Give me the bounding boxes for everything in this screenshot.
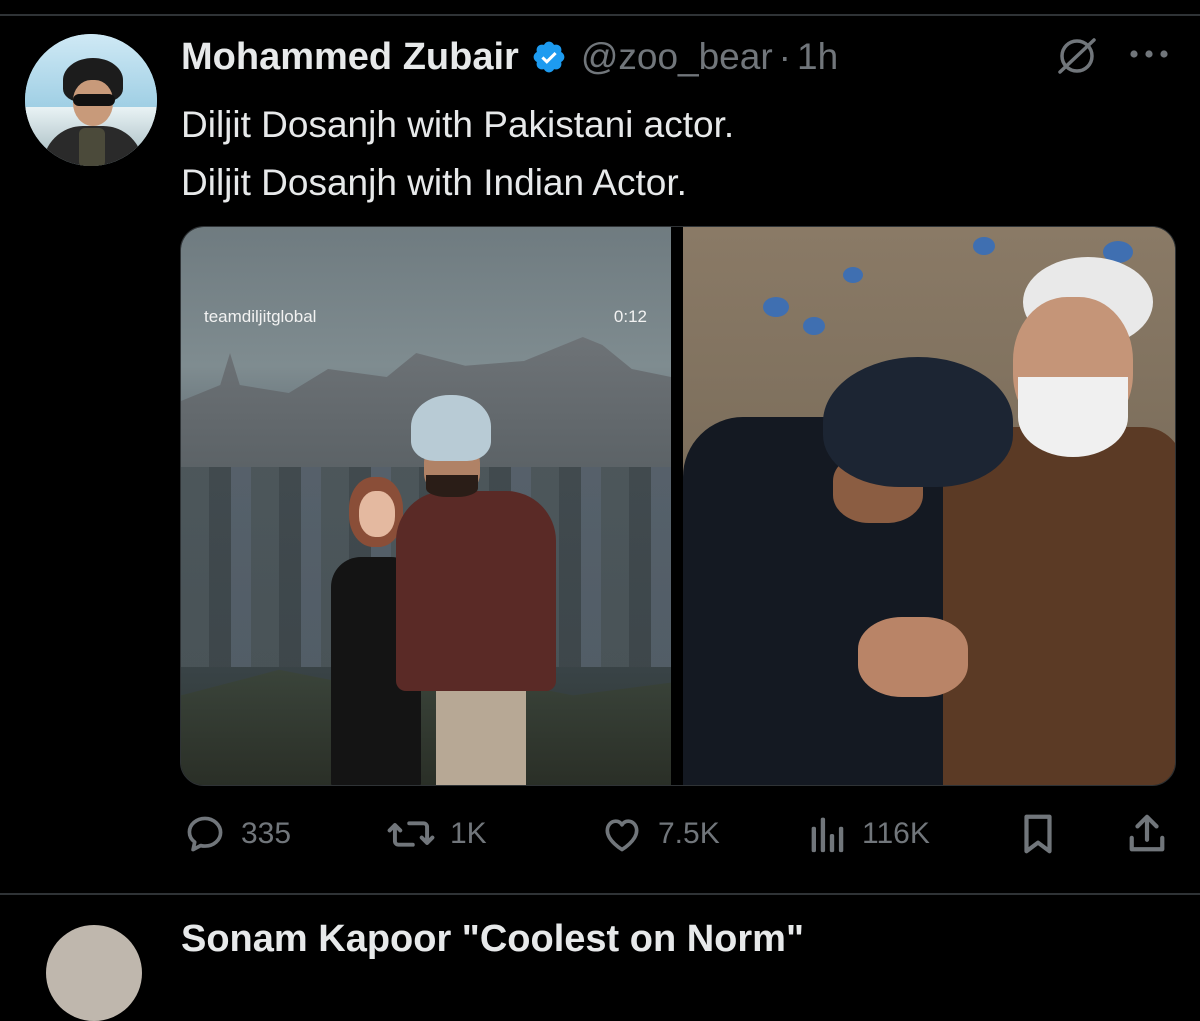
author-display-name[interactable]: Mohammed Zubair	[181, 36, 519, 79]
scene-flower	[973, 237, 995, 255]
man-turban	[411, 395, 491, 461]
next-tweet-avatar[interactable]	[46, 925, 142, 1021]
share-button[interactable]	[1126, 808, 1168, 860]
reply-button[interactable]: 335	[183, 808, 291, 860]
grok-icon[interactable]	[1054, 36, 1100, 76]
scene-clasped-hands	[858, 617, 968, 697]
like-button[interactable]: 7.5K	[600, 808, 720, 860]
scene-man-turban	[396, 395, 566, 785]
tweet-media-grid: teamdiljitglobal 0:12	[180, 226, 1176, 786]
avatar-sunglasses	[73, 94, 115, 106]
man-sweater	[396, 491, 556, 691]
man-pants	[436, 685, 526, 785]
repost-icon	[387, 821, 435, 847]
author-handle[interactable]: @zoo_bear	[581, 36, 773, 78]
woman-face	[359, 491, 395, 537]
repost-count: 1K	[450, 817, 487, 850]
man-beard	[426, 475, 478, 497]
tweet-text: Diljit Dosanjh with Pakistani actor. Dil…	[181, 96, 1161, 212]
tweet-timestamp[interactable]: 1h	[797, 36, 838, 78]
reply-icon	[187, 816, 223, 852]
tweet-bottom-divider	[0, 893, 1200, 895]
author-avatar[interactable]	[25, 34, 157, 166]
tweet-text-line-1: Diljit Dosanjh with Pakistani actor.	[181, 104, 735, 145]
views-button[interactable]: 116K	[808, 808, 930, 860]
next-tweet-author-name[interactable]: Sonam Kapoor "Coolest on Norm"	[181, 918, 804, 961]
scene-flower	[803, 317, 825, 335]
share-icon	[1129, 814, 1165, 852]
elder-man-beard	[1018, 377, 1128, 457]
repost-button[interactable]: 1K	[386, 808, 487, 860]
video-watermark: teamdiljitglobal	[204, 307, 317, 326]
scene-bowing-man	[683, 357, 1013, 785]
bowing-man-turban	[823, 357, 1013, 487]
media-photo-right[interactable]	[683, 227, 1175, 785]
verified-badge-icon	[533, 41, 565, 73]
avatar-shirt	[79, 128, 105, 166]
analytics-icon	[811, 817, 844, 853]
meta-separator: ·	[778, 36, 791, 77]
reply-count: 335	[241, 817, 292, 850]
bookmark-button[interactable]	[1018, 808, 1058, 860]
heart-icon	[605, 819, 639, 852]
media-video-left[interactable]: teamdiljitglobal 0:12	[181, 227, 671, 785]
video-duration: 0:12	[613, 307, 647, 326]
view-count: 116K	[862, 817, 930, 850]
scene-flower	[843, 267, 863, 283]
tweet-header: Mohammed Zubair @zoo_bear · 1h	[181, 30, 838, 84]
top-divider	[0, 14, 1200, 16]
tweet-action-bar: 335 1K 7.5K 116K	[0, 808, 1200, 860]
bookmark-icon	[1024, 814, 1052, 854]
scene-flower	[763, 297, 789, 317]
tweet-text-line-2: Diljit Dosanjh with Indian Actor.	[181, 162, 687, 203]
like-count: 7.5K	[658, 817, 720, 850]
more-options-icon[interactable]	[1128, 48, 1170, 60]
